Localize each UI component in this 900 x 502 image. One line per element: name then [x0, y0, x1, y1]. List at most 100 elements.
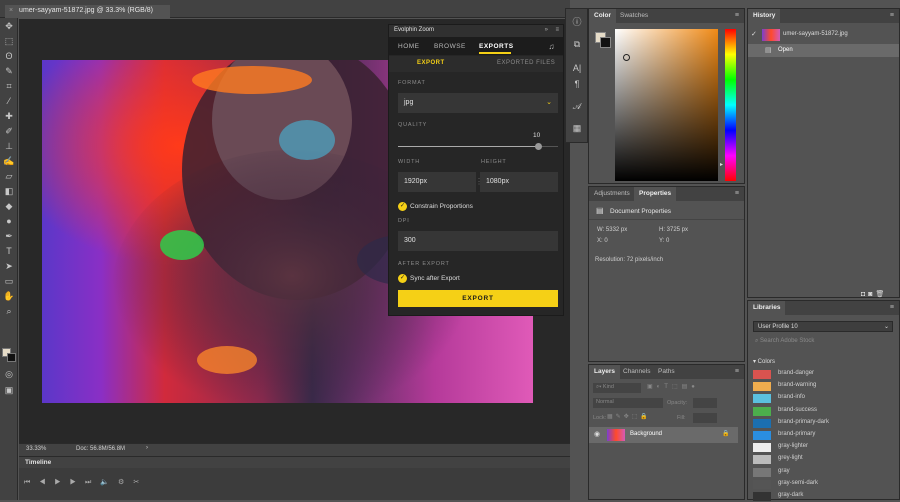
lasso-tool-icon[interactable]: ʘ: [3, 50, 15, 62]
panel-menu-icon[interactable]: ≡: [735, 12, 739, 19]
color-name: brand-danger: [778, 370, 815, 376]
collapse-icon[interactable]: »: [545, 27, 548, 33]
library-color-item[interactable]: gray: [753, 467, 900, 478]
shape-tool-icon[interactable]: ▭: [3, 275, 15, 287]
history-actions[interactable]: ◘◙🗑: [861, 290, 887, 298]
bell-icon[interactable]: ♫: [549, 42, 556, 51]
stock-search[interactable]: ⌕ Search Adobe Stock: [753, 336, 893, 347]
library-select[interactable]: User Profile 10 ⌄: [753, 321, 893, 332]
height-label: HEIGHT: [481, 159, 507, 165]
panel-menu-icon[interactable]: ≡: [735, 368, 739, 375]
crop-tool-icon[interactable]: ⌗: [3, 80, 15, 92]
move-tool-icon[interactable]: ✥: [3, 20, 15, 32]
history-brush-tool-icon[interactable]: ✍: [3, 155, 15, 167]
brush-tool-icon[interactable]: ✐: [3, 125, 15, 137]
type-tool-icon[interactable]: T: [3, 245, 15, 257]
glyphs-icon[interactable]: 𝒜: [570, 99, 584, 113]
marquee-tool-icon[interactable]: ⬚: [3, 35, 15, 47]
library-color-item[interactable]: brand-primary-dark: [753, 418, 900, 429]
bg-color[interactable]: [600, 37, 611, 48]
paragraph-icon[interactable]: ¶: [570, 77, 584, 91]
character-icon[interactable]: A|: [570, 61, 584, 75]
nav-exports[interactable]: EXPORTS: [479, 43, 514, 50]
panel-menu-icon[interactable]: ≡: [555, 27, 559, 33]
layer-filter-icons[interactable]: ▣◐T⬚▤●: [647, 383, 699, 390]
library-color-item[interactable]: brand-warning: [753, 381, 900, 392]
nav-browse[interactable]: BROWSE: [434, 43, 466, 50]
stamp-tool-icon[interactable]: ⊥: [3, 140, 15, 152]
panel-menu-icon[interactable]: ≡: [890, 304, 894, 311]
history-snapshot[interactable]: ✓ umer-sayyam-51872.jpg: [748, 27, 899, 43]
tab-swatches[interactable]: Swatches: [615, 9, 653, 23]
tab-libraries[interactable]: Libraries: [748, 301, 786, 315]
nav-home[interactable]: HOME: [398, 43, 420, 50]
quality-slider[interactable]: [398, 143, 558, 150]
library-color-item[interactable]: grey-light: [753, 454, 900, 465]
height-input[interactable]: 1080px: [480, 172, 558, 192]
pen-tool-icon[interactable]: ✒: [3, 230, 15, 242]
document-tab[interactable]: × umer-sayyam-51872.jpg @ 33.3% (RGB/8): [5, 5, 170, 18]
blend-mode-select[interactable]: Normal: [593, 398, 663, 408]
library-color-item[interactable]: brand-primary: [753, 430, 900, 441]
library-color-item[interactable]: gray-semi-dark: [753, 479, 900, 490]
library-color-item[interactable]: brand-info: [753, 393, 900, 404]
fill-input[interactable]: [693, 413, 717, 423]
library-color-item[interactable]: gray-dark: [753, 491, 900, 502]
timeline-title[interactable]: Timeline: [25, 459, 51, 466]
status-menu-arrow[interactable]: ›: [146, 445, 148, 451]
color-picker-cursor[interactable]: [623, 54, 630, 61]
format-select[interactable]: jpg ⌄: [398, 93, 558, 113]
dodge-tool-icon[interactable]: ●: [3, 215, 15, 227]
constrain-checkbox[interactable]: ✓: [398, 202, 407, 211]
zoom-tool-icon[interactable]: ⌕: [3, 305, 15, 317]
hand-tool-icon[interactable]: ✋: [3, 290, 15, 302]
quick-mask-icon[interactable]: ◎: [3, 368, 15, 380]
dpi-input[interactable]: 300: [398, 231, 558, 251]
screen-mode-icon[interactable]: ▣: [3, 384, 15, 396]
lock-icons[interactable]: ▦✎✥⬚🔒: [607, 413, 651, 420]
library-color-item[interactable]: gray-lighter: [753, 442, 900, 453]
layer-filter-select[interactable]: ⌕▾ Kind: [593, 383, 641, 393]
close-icon[interactable]: ×: [9, 7, 13, 14]
healing-tool-icon[interactable]: ✚: [3, 110, 15, 122]
eye-icon[interactable]: ◉: [594, 430, 600, 438]
layer-row[interactable]: ◉ Background 🔒: [589, 427, 738, 443]
sync-checkbox[interactable]: ✓: [398, 274, 407, 283]
tools-panel: ✥ ⬚ ʘ ✎ ⌗ ⁄ ✚ ✐ ⊥ ✍ ▱ ◧ ◆ ● ✒ T ➤ ▭ ✋ ⌕ …: [0, 18, 18, 500]
quick-select-tool-icon[interactable]: ✎: [3, 65, 15, 77]
tab-paths[interactable]: Paths: [653, 365, 680, 379]
quality-slider-handle[interactable]: [535, 143, 542, 150]
tab-layers[interactable]: Layers: [589, 365, 620, 379]
width-input[interactable]: 1920px: [398, 172, 476, 192]
evolphin-icon[interactable]: ⧉: [570, 37, 584, 51]
background-color-swatch[interactable]: [7, 353, 16, 362]
blur-tool-icon[interactable]: ◆: [3, 200, 15, 212]
color-field[interactable]: [615, 29, 718, 181]
history-step-label: Open: [778, 47, 793, 53]
hue-slider-arrow[interactable]: ▸: [720, 161, 723, 168]
info-icon[interactable]: ⓘ: [570, 15, 584, 29]
tab-channels[interactable]: Channels: [618, 365, 655, 379]
eraser-tool-icon[interactable]: ▱: [3, 170, 15, 182]
subtab-exported-files[interactable]: EXPORTED FILES: [497, 60, 555, 66]
subtab-export[interactable]: EXPORT: [417, 60, 445, 66]
image-icon[interactable]: ▦: [570, 121, 584, 135]
timeline-controls[interactable]: ⏮◀▶▶⏭🔈⚙✂: [24, 478, 148, 487]
panel-menu-icon[interactable]: ≡: [890, 12, 894, 19]
gradient-tool-icon[interactable]: ◧: [3, 185, 15, 197]
history-step[interactable]: ▤ Open: [748, 44, 899, 57]
tab-properties[interactable]: Properties: [634, 187, 677, 201]
opacity-input[interactable]: [693, 398, 717, 408]
zoom-level[interactable]: 33.33%: [26, 446, 46, 452]
tab-adjustments[interactable]: Adjustments: [589, 187, 635, 201]
tab-color[interactable]: Color: [589, 9, 616, 23]
library-color-item[interactable]: brand-danger: [753, 369, 900, 380]
path-select-tool-icon[interactable]: ➤: [3, 260, 15, 272]
hue-slider[interactable]: [725, 29, 736, 181]
export-button[interactable]: EXPORT: [398, 290, 558, 307]
library-color-item[interactable]: brand-success: [753, 406, 900, 417]
panel-menu-icon[interactable]: ≡: [735, 190, 739, 197]
eyedropper-tool-icon[interactable]: ⁄: [3, 95, 15, 107]
colors-heading[interactable]: ▾ Colors: [753, 358, 775, 365]
tab-history[interactable]: History: [748, 9, 781, 23]
